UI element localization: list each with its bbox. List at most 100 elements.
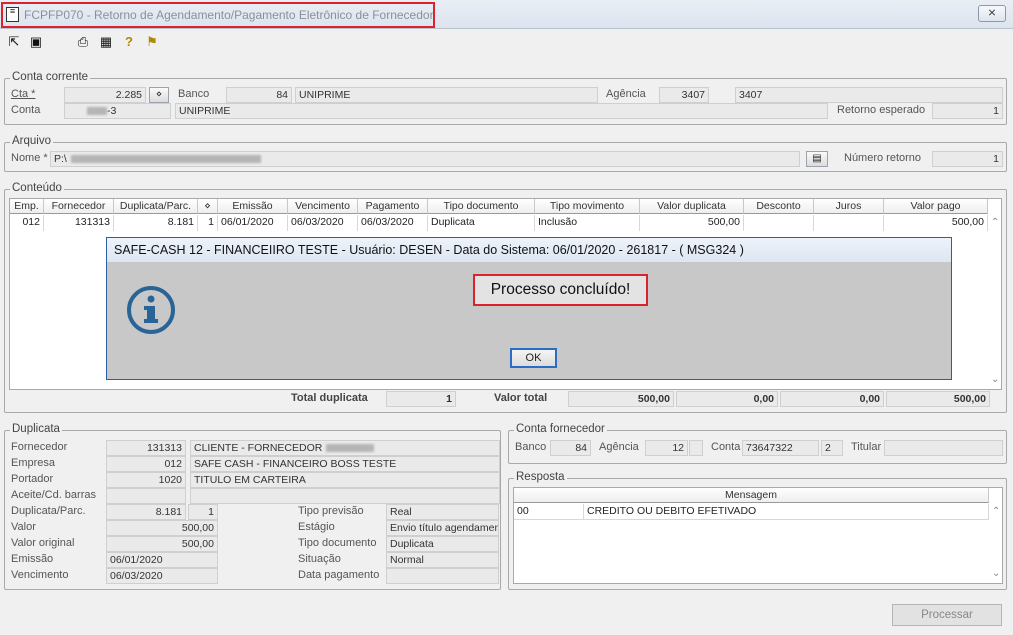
cell-parc[interactable]: 1 — [198, 215, 218, 231]
dup-duplicata-field: 8.181 — [106, 504, 186, 520]
estagio-field: Envio título agendamen — [386, 520, 499, 536]
resp-scroll-down-icon[interactable]: ⌄ — [992, 568, 1000, 579]
dup-fornecedor-label: Fornecedor — [11, 441, 68, 453]
dup-empresa-label: Empresa — [11, 457, 56, 469]
valor-total-juros: 0,00 — [780, 391, 884, 407]
banco-code-field[interactable]: 84 — [226, 87, 292, 103]
conta-name-field: UNIPRIME — [175, 103, 828, 119]
cell-valor-duplicata[interactable]: 500,00 — [640, 215, 744, 231]
calendar-icon[interactable]: ▦ — [98, 34, 114, 50]
agencia-name-field: 3407 — [735, 87, 1003, 103]
col-juros[interactable]: Juros — [814, 199, 884, 214]
scroll-down-icon[interactable]: ⌄ — [991, 374, 999, 385]
dup-parc-field: 1 — [188, 504, 218, 520]
cell-emp[interactable]: 012 — [10, 215, 44, 231]
arquivo-legend: Arquivo — [10, 135, 53, 147]
window-close-button[interactable]: ⨯ — [978, 5, 1006, 22]
cf-agencia-dv-field — [689, 440, 703, 456]
cell-juros[interactable] — [814, 215, 884, 231]
duplicata-legend: Duplicata — [10, 423, 62, 435]
cell-desconto[interactable] — [744, 215, 814, 231]
col-fornecedor[interactable]: Fornecedor — [44, 199, 114, 214]
dup-portador-code: 1020 — [106, 472, 186, 488]
tipo-previsao-field: Real — [386, 504, 499, 520]
info-icon — [127, 286, 175, 334]
col-tipo-documento[interactable]: Tipo documento — [428, 199, 535, 214]
valor-total-duplicata: 500,00 — [568, 391, 674, 407]
dup-tipo-documento-label: Tipo documento — [298, 537, 377, 549]
ok-button[interactable]: OK — [510, 348, 557, 368]
dialog-title: SAFE-CASH 12 - FINANCEIIRO TESTE - Usuár… — [107, 238, 951, 262]
banco-label: Banco — [178, 88, 210, 100]
resposta-code[interactable]: 00 — [514, 504, 584, 520]
conteudo-legend: Conteúdo — [10, 182, 64, 194]
resp-scroll-up-icon[interactable]: ⌃ — [992, 506, 1000, 517]
print-icon[interactable]: ⎙ — [75, 34, 91, 50]
col-pagamento[interactable]: Pagamento — [358, 199, 428, 214]
col-valor-duplicata[interactable]: Valor duplicata — [640, 199, 744, 214]
cf-conta-dv-field: 2 — [821, 440, 843, 456]
col-duplicata-parc[interactable]: Duplicata/Parc. — [114, 199, 198, 214]
valor-total-desconto: 0,00 — [676, 391, 778, 407]
cell-pagamento[interactable]: 06/03/2020 — [358, 215, 428, 231]
cell-duplicata[interactable]: 8.181 — [114, 215, 198, 231]
scroll-up-icon[interactable]: ⌃ — [991, 217, 999, 228]
total-duplicata-field: 1 — [386, 391, 456, 407]
total-duplicata-label: Total duplicata — [291, 392, 368, 404]
cf-titular-label: Titular — [851, 441, 882, 453]
agencia-label: Agência — [606, 88, 646, 100]
situacao-label: Situação — [298, 553, 341, 565]
cell-fornecedor[interactable]: 131313 — [44, 215, 114, 231]
cell-tipo-documento[interactable]: Duplicata — [428, 215, 535, 231]
nome-field[interactable]: P:\ — [50, 151, 800, 167]
dup-fornecedor-name: CLIENTE - FORNECEDOR — [194, 442, 323, 454]
cell-vencimento[interactable]: 06/03/2020 — [288, 215, 358, 231]
estagio-label: Estágio — [298, 521, 335, 533]
conta-label: Conta — [11, 104, 41, 116]
dup-valor-original-field: 500,00 — [106, 536, 218, 552]
conta-value: -3 — [107, 105, 117, 117]
dup-valor-label: Valor — [11, 521, 36, 533]
cf-conta-field: 73647322 — [742, 440, 819, 456]
retorno-esperado-field: 1 — [932, 103, 1003, 119]
processar-button[interactable]: Processar — [892, 604, 1002, 626]
dup-emissao-field: 06/01/2020 — [106, 552, 218, 568]
agencia-code-field[interactable]: 3407 — [659, 87, 709, 103]
numero-retorno-label: Número retorno — [844, 152, 922, 164]
col-mensagem[interactable]: Mensagem — [514, 488, 989, 503]
conta-field[interactable]: -3 — [64, 103, 171, 119]
col-tipo-movimento[interactable]: Tipo movimento — [535, 199, 640, 214]
dup-fornecedor-name-field: CLIENTE - FORNECEDOR — [190, 440, 500, 456]
dup-portador-label: Portador — [11, 473, 54, 485]
col-emissao[interactable]: Emissão — [218, 199, 288, 214]
valor-total-pago: 500,00 — [886, 391, 990, 407]
dup-aceite-label: Aceite/Cd. barras — [11, 489, 96, 501]
resposta-message[interactable]: CREDITO OU DEBITO EFETIVADO — [584, 504, 989, 520]
resposta-grid[interactable]: Mensagem 00 CREDITO OU DEBITO EFETIVADO … — [513, 487, 1003, 584]
col-emp[interactable]: Emp. — [10, 199, 44, 214]
nome-value: P:\ — [54, 153, 67, 165]
cell-tipo-movimento[interactable]: Inclusão — [535, 215, 640, 231]
data-pagamento-field — [386, 568, 499, 584]
restore-icon[interactable]: ▣ — [28, 34, 44, 50]
exit-icon[interactable]: ⇱ — [6, 34, 22, 50]
col-desconto[interactable]: Desconto — [744, 199, 814, 214]
folder-browse-icon[interactable]: ▤ — [806, 151, 828, 167]
cf-titular-field — [884, 440, 1003, 456]
cta-label: Cta * — [11, 88, 36, 100]
dup-fornecedor-code: 131313 — [106, 440, 186, 456]
col-vencimento[interactable]: Vencimento — [288, 199, 358, 214]
col-parc-icon[interactable]: ⋄ — [198, 199, 218, 214]
cell-valor-pago[interactable]: 500,00 — [884, 215, 988, 231]
cta-field[interactable]: 2.285 — [64, 87, 146, 103]
help-icon[interactable]: ? — [121, 34, 137, 50]
col-valor-pago[interactable]: Valor pago — [884, 199, 988, 214]
numero-retorno-field: 1 — [932, 151, 1003, 167]
tipo-previsao-label: Tipo previsão — [298, 505, 364, 517]
cta-lookup-button[interactable]: ⋄ — [149, 87, 169, 103]
bookmark-icon[interactable]: ⚑ — [144, 34, 160, 50]
conta-fornecedor-legend: Conta fornecedor — [514, 423, 607, 435]
cell-emissao[interactable]: 06/01/2020 — [218, 215, 288, 231]
situacao-field: Normal — [386, 552, 499, 568]
dup-vencimento-label: Vencimento — [11, 569, 69, 581]
